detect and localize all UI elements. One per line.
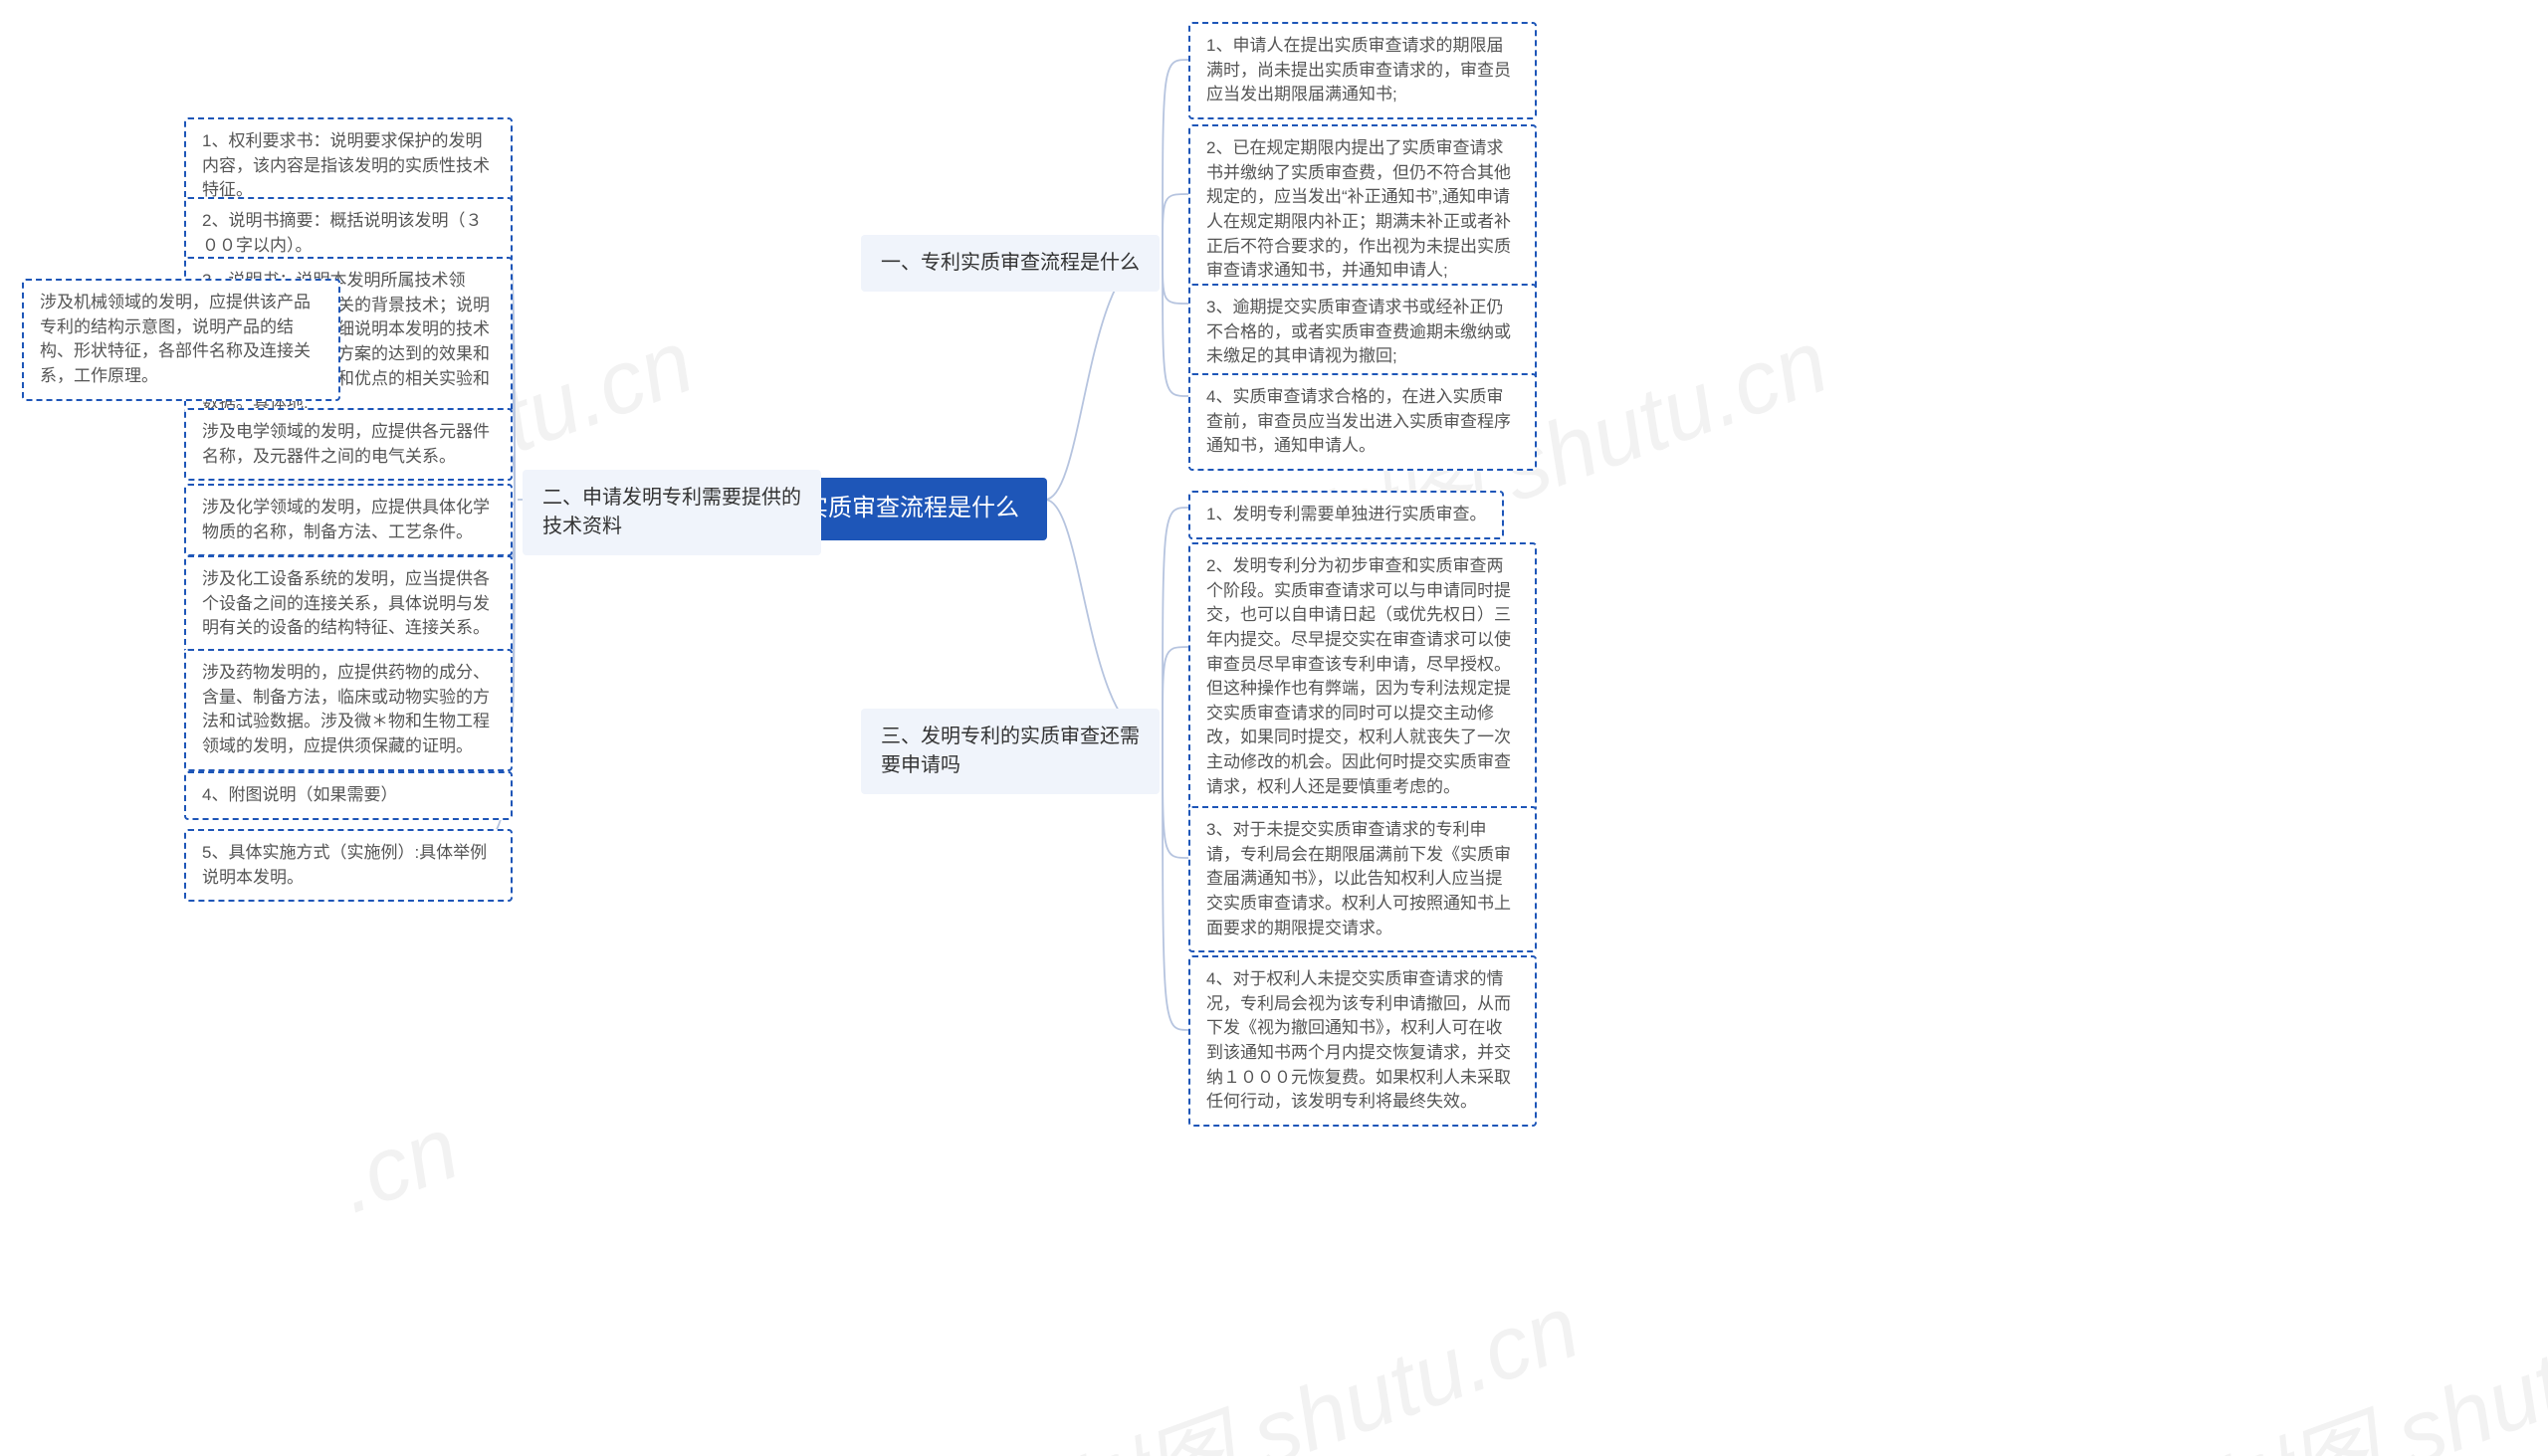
branch2-item-4: 涉及电学领域的发明，应提供各元器件名称，及元器件之间的电气关系。 [184, 408, 513, 481]
branch-2[interactable]: 二、申请发明专利需要提供的技术资料 [523, 470, 821, 555]
watermark: 树图 shutu.cn [2184, 1255, 2548, 1456]
branch3-item-2: 2、发明专利分为初步审查和实质审查两个阶段。实质审查请求可以与申请同时提交，也可… [1188, 542, 1537, 811]
branch3-item-3: 3、对于未提交实质审查请求的专利申请，专利局会在期限届满前下发《实质审查届满通知… [1188, 806, 1537, 952]
branch-1[interactable]: 一、专利实质审查流程是什么 [861, 235, 1160, 292]
branch3-item-4: 4、对于权利人未提交实质审查请求的情况，专利局会视为该专利申请撤回，从而下发《视… [1188, 955, 1537, 1127]
branch1-item-3: 3、逾期提交实质审查请求书或经补正仍不合格的，或者实质审查费逾期未缴纳或未缴足的… [1188, 284, 1537, 381]
watermark: 树图 shutu.cn [1039, 1255, 1593, 1456]
branch1-item-1: 1、申请人在提出实质审查请求的期限届满时，尚未提出实质审查请求的，审查员应当发出… [1188, 22, 1537, 119]
branch-3[interactable]: 三、发明专利的实质审查还需要申请吗 [861, 709, 1160, 794]
branch2-item-8: 4、附图说明（如果需要） [184, 771, 513, 820]
branch1-item-2: 2、已在规定期限内提出了实质审查请求书并缴纳了实质审查费，但仍不符合其他规定的，… [1188, 124, 1537, 296]
watermark: .cn [324, 1098, 472, 1235]
branch2-item3-sub: 涉及机械领域的发明，应提供该产品专利的结构示意图，说明产品的结构、形状特征，各部… [22, 279, 340, 401]
branch2-item-7: 涉及药物发明的，应提供药物的成分、含量、制备方法，临床或动物实验的方法和试验数据… [184, 649, 513, 771]
branch2-item-9: 5、具体实施方式（实施例）:具体举例说明本发明。 [184, 829, 513, 902]
branch2-item-6: 涉及化工设备系统的发明，应当提供各个设备之间的连接关系，具体说明与发明有关的设备… [184, 555, 513, 653]
branch2-item-5: 涉及化学领域的发明，应提供具体化学物质的名称，制备方法、工艺条件。 [184, 484, 513, 556]
branch1-item-4: 4、实质审查请求合格的，在进入实质审查前，审查员应当发出进入实质审查程序通知书，… [1188, 373, 1537, 471]
branch3-item-1: 1、发明专利需要单独进行实质审查。 [1188, 491, 1504, 539]
